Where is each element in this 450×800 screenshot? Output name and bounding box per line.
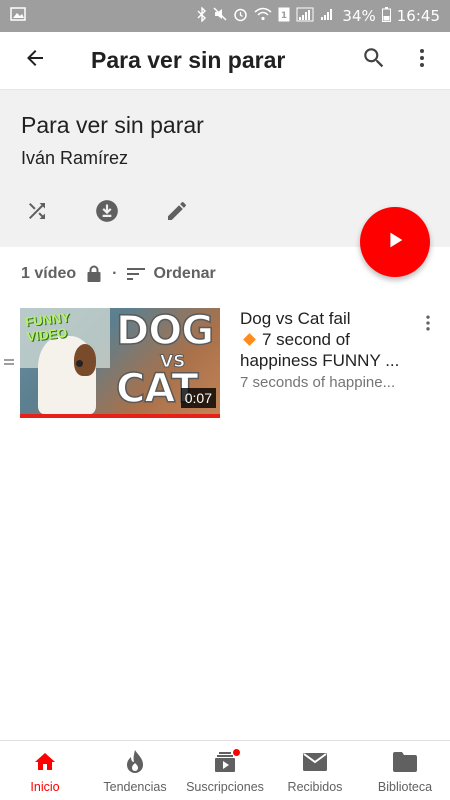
- playlist-title: Para ver sin parar: [21, 112, 204, 138]
- lock-icon: [86, 265, 102, 283]
- playlist-owner[interactable]: Iván Ramírez: [21, 148, 128, 169]
- sort-label: Ordenar: [153, 265, 216, 282]
- nav-item-inicio[interactable]: Inicio: [0, 741, 90, 800]
- nav-label-biblioteca: Biblioteca: [377, 780, 433, 794]
- trending-icon: [122, 749, 148, 775]
- orange-diamond-icon: [243, 333, 256, 346]
- meta-separator: ·: [112, 265, 118, 282]
- playlist-meta: 1 vídeo · Ordenar: [21, 262, 216, 286]
- status-right: 1 34% 16:45: [197, 5, 440, 26]
- play-all-button[interactable]: [360, 207, 430, 277]
- nav-item-tendencias[interactable]: Tendencias: [90, 741, 180, 800]
- app-bar-title: Para ver sin parar: [91, 47, 286, 73]
- play-icon: [384, 229, 406, 256]
- bluetooth-icon: [197, 5, 207, 26]
- video-title[interactable]: Dog vs Cat fail 7 second of happiness FU…: [240, 308, 405, 371]
- nav-item-suscripciones[interactable]: Suscripciones: [180, 741, 270, 800]
- drag-handle[interactable]: [4, 359, 14, 367]
- thumbnail-funny-text: FUNNY VIDEO: [24, 309, 71, 345]
- video-title-line-1: Dog vs Cat fail: [240, 309, 351, 328]
- edit-icon: [165, 199, 189, 228]
- video-subtitle: 7 seconds of happine...: [240, 374, 396, 391]
- alarm-icon: [233, 7, 248, 26]
- mute-icon: [213, 7, 227, 25]
- nav-item-biblioteca[interactable]: Biblioteca: [360, 741, 450, 800]
- notification-badge: [232, 748, 241, 757]
- battery-icon: [381, 6, 391, 26]
- nav-label-recibidos: Recibidos: [287, 780, 343, 794]
- app-bar-actions: [350, 37, 446, 85]
- image-icon: [10, 7, 26, 25]
- nav-label-suscripciones: Suscripciones: [186, 780, 264, 794]
- more-options-button[interactable]: [398, 37, 446, 85]
- video-more-button[interactable]: [415, 312, 441, 338]
- download-icon: [94, 198, 120, 229]
- shuffle-icon: [25, 199, 49, 228]
- status-left: [10, 7, 26, 25]
- more-vert-icon: [418, 313, 438, 338]
- clock: 16:45: [396, 7, 440, 25]
- nav-label-tendencias: Tendencias: [103, 780, 167, 794]
- thumbnail-dog-text: DOG: [115, 308, 215, 355]
- arrow-back-icon: [23, 46, 47, 75]
- signal-icon-2: [320, 7, 336, 26]
- subscriptions-icon: [212, 748, 241, 775]
- home-icon: [32, 749, 58, 775]
- search-button[interactable]: [350, 37, 398, 85]
- playlist-video-item[interactable]: FUNNY VIDEO DOG VS CAT 0:07 Dog vs Cat f…: [0, 308, 450, 420]
- shuffle-button[interactable]: [13, 190, 61, 236]
- playlist-actions: [13, 190, 201, 236]
- app-bar: Para ver sin parar: [0, 32, 450, 90]
- video-duration: 0:07: [180, 388, 216, 408]
- nav-item-recibidos[interactable]: Recibidos: [270, 741, 360, 800]
- library-icon: [392, 749, 418, 775]
- screen: 1 34% 16:45 Para ver sin parar Para ver …: [0, 0, 450, 800]
- video-thumbnail[interactable]: FUNNY VIDEO DOG VS CAT 0:07: [20, 308, 220, 418]
- more-vert-icon: [410, 46, 434, 75]
- edit-button[interactable]: [153, 190, 201, 236]
- video-title-line-2: 7 second of: [240, 329, 405, 350]
- inbox-icon: [302, 749, 328, 775]
- back-button[interactable]: [11, 37, 59, 85]
- wifi-icon: [254, 7, 272, 25]
- download-button[interactable]: [83, 190, 131, 236]
- video-count: 1 vídeo: [21, 265, 77, 282]
- nav-label-inicio: Inicio: [30, 780, 60, 794]
- bottom-navigation: Inicio Tendencias Suscripciones Recibido…: [0, 740, 450, 800]
- status-bar: 1 34% 16:45: [0, 0, 450, 32]
- sort-button[interactable]: Ordenar: [127, 265, 216, 283]
- video-title-line-3: happiness FUNNY ...: [240, 351, 400, 370]
- signal-icon: [296, 7, 314, 26]
- search-icon: [361, 45, 387, 76]
- sort-icon: [127, 267, 146, 281]
- battery-percentage: 34%: [342, 7, 376, 25]
- svg-text:1: 1: [281, 11, 287, 21]
- sim-icon: 1: [278, 7, 290, 26]
